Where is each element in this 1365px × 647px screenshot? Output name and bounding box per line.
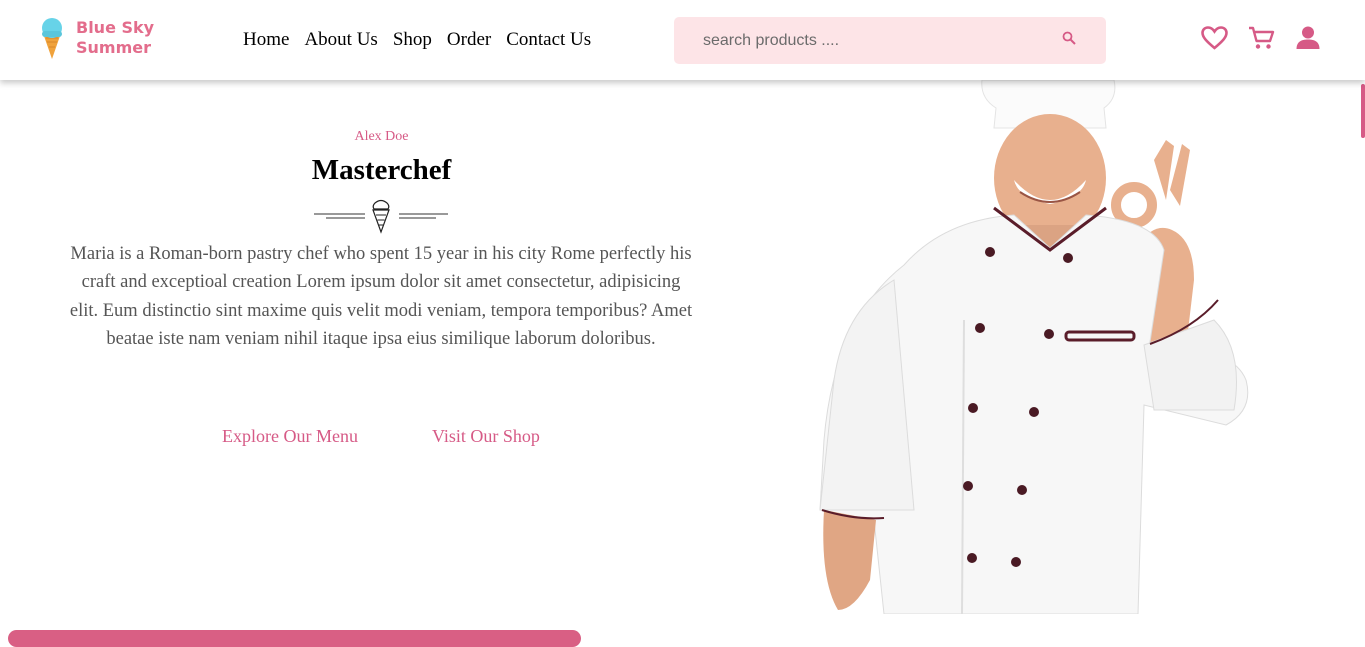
- search-bar: [674, 17, 1106, 64]
- nav-contact-us[interactable]: Contact Us: [506, 29, 591, 51]
- visit-shop-link[interactable]: Visit Our Shop: [432, 426, 540, 447]
- nav-home[interactable]: Home: [243, 29, 289, 51]
- search-icon[interactable]: [1062, 31, 1076, 45]
- page-title: Masterchef: [311, 154, 452, 186]
- chef-photo: [819, 80, 1249, 614]
- horizontal-scrollbar[interactable]: [8, 630, 581, 647]
- explore-menu-link[interactable]: Explore Our Menu: [222, 426, 358, 447]
- ice-cream-logo-icon: [42, 18, 62, 59]
- heart-icon[interactable]: [1201, 26, 1228, 50]
- ice-cream-cone-icon: [372, 199, 390, 234]
- user-icon[interactable]: [1296, 26, 1320, 50]
- scrollbar-thumb[interactable]: [1361, 84, 1365, 138]
- search-input[interactable]: [674, 17, 1054, 64]
- nav-order[interactable]: Order: [447, 29, 491, 51]
- nav-shop[interactable]: Shop: [393, 29, 432, 51]
- ornament-divider: [314, 199, 448, 234]
- site-header: Blue Sky Summer Home About Us Shop Order…: [0, 0, 1365, 80]
- brand-line-1: Blue Sky: [76, 18, 155, 37]
- brand-line-2: Summer: [76, 38, 151, 57]
- main-nav: Home About Us Shop Order Contact Us: [243, 29, 606, 51]
- nav-about-us[interactable]: About Us: [304, 29, 377, 51]
- cart-icon[interactable]: [1248, 26, 1275, 50]
- brand-name: Blue Sky Summer: [76, 18, 154, 58]
- brand-logo[interactable]: Blue Sky Summer: [40, 16, 154, 60]
- chef-name: Alex Doe: [354, 129, 409, 144]
- chef-bio: Maria is a Roman-born pastry chef who sp…: [69, 244, 693, 349]
